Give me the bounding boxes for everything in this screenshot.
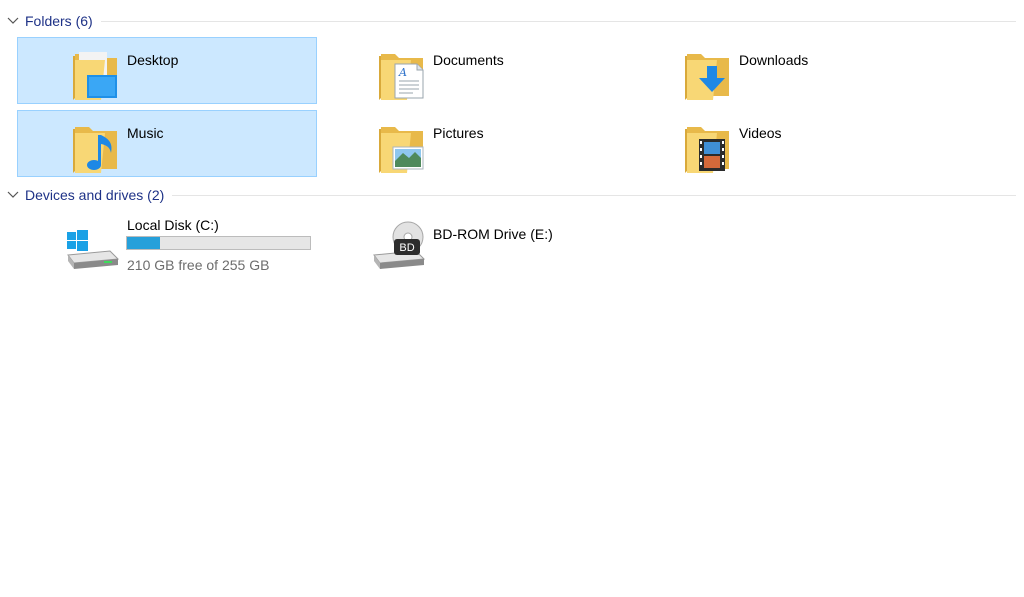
- group-divider: [172, 194, 1016, 196]
- disk-free-space: 210 GB free of 255 GB: [127, 257, 270, 273]
- videos-folder-icon: [685, 127, 729, 173]
- documents-folder-icon: A: [379, 54, 424, 100]
- folder-downloads[interactable]: Downloads: [629, 37, 929, 104]
- group-divider: [100, 20, 1016, 22]
- bd-rom-drive-icon: BD: [373, 221, 426, 269]
- folder-music[interactable]: Music: [17, 110, 317, 177]
- chevron-down-icon: [7, 17, 19, 24]
- disk-usage-fill: [127, 237, 160, 249]
- windows-disk-icon: [67, 230, 120, 269]
- drive-label: Local Disk (C:): [127, 217, 219, 233]
- folder-documents[interactable]: A Documents: [323, 37, 623, 104]
- drives-group-title: Devices and drives (2): [25, 187, 165, 203]
- folder-desktop[interactable]: Desktop: [17, 37, 317, 104]
- disk-usage-bar: [126, 236, 311, 250]
- folder-label: Desktop: [127, 52, 179, 68]
- chevron-down-icon: [7, 191, 19, 198]
- folder-label: Pictures: [433, 125, 484, 141]
- svg-text:A: A: [398, 66, 407, 79]
- folders-group-header[interactable]: Folders (6): [6, 11, 1016, 31]
- folders-group-title: Folders (6): [25, 13, 93, 29]
- downloads-folder-icon: [685, 54, 729, 100]
- desktop-folder-icon: [73, 52, 117, 100]
- pictures-folder-icon: [379, 127, 424, 173]
- drive-label: BD-ROM Drive (E:): [433, 226, 553, 242]
- folder-label: Documents: [433, 52, 504, 68]
- folder-videos[interactable]: Videos: [629, 110, 929, 177]
- folder-label: Videos: [739, 125, 782, 141]
- bd-badge: BD: [399, 242, 414, 254]
- drives-group-header[interactable]: Devices and drives (2): [6, 185, 1016, 205]
- music-folder-icon: [73, 127, 117, 173]
- drive-local-disk-c[interactable]: Local Disk (C:) 210 GB free of 255 GB: [64, 215, 364, 275]
- drive-bd-rom-e[interactable]: BD BD-ROM Drive (E:): [370, 215, 670, 275]
- folder-label: Music: [127, 125, 164, 141]
- folder-pictures[interactable]: Pictures: [323, 110, 623, 177]
- folder-label: Downloads: [739, 52, 809, 68]
